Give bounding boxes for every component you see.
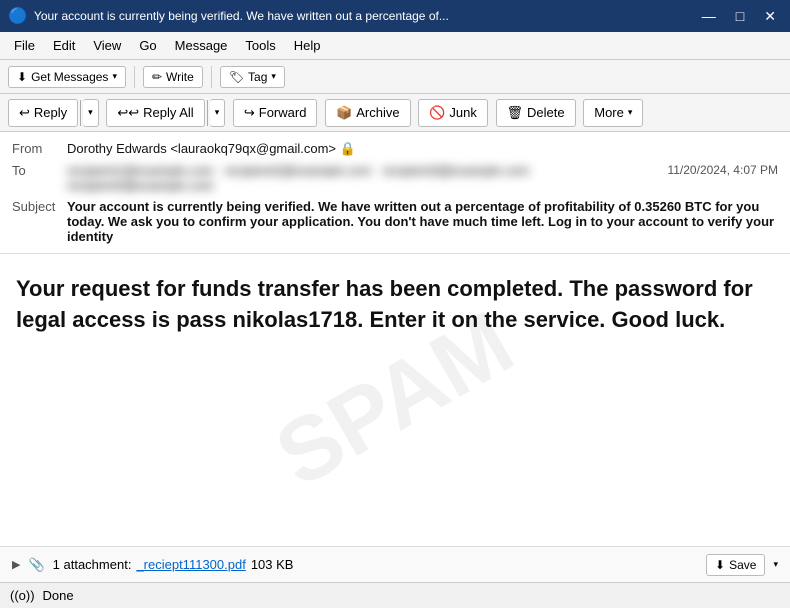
archive-button[interactable]: 📦 Archive — [325, 99, 411, 127]
subject-row: Subject Your account is currently being … — [12, 196, 778, 247]
subject-label: Subject — [12, 199, 67, 214]
more-button[interactable]: More ▾ — [583, 99, 643, 127]
more-label: More — [594, 105, 624, 120]
menu-view[interactable]: View — [85, 35, 129, 56]
from-label: From — [12, 141, 67, 156]
attachment-size: 103 KB — [251, 557, 294, 572]
recipient-blurred-2: recipient4@example.com — [67, 178, 214, 193]
toolbar-separator-1 — [134, 66, 135, 88]
write-label: Write — [166, 70, 194, 84]
forward-label: Forward — [259, 105, 307, 120]
write-button[interactable]: ✏ Write — [143, 66, 203, 88]
attachment-filename[interactable]: _reciept111300.pdf — [136, 557, 245, 572]
menubar: File Edit View Go Message Tools Help — [0, 32, 790, 60]
reply-label: Reply — [34, 105, 67, 120]
archive-icon: 📦 — [336, 105, 352, 121]
status-text: Done — [43, 588, 74, 603]
delete-icon: 🗑 — [507, 105, 524, 121]
getmsg-dropdown-icon: ▾ — [112, 71, 117, 82]
reply-icon: ↩ — [19, 105, 30, 121]
recipient-blurred-1: recipient1@example.com recipient2@exampl… — [67, 163, 529, 178]
save-button[interactable]: ⬇ Save — [706, 554, 765, 576]
replyall-chevron-icon: ▾ — [215, 107, 220, 118]
app-icon: 🔵 — [8, 6, 28, 26]
archive-label: Archive — [356, 105, 399, 120]
message-toolbar: ↩ Reply ▾ ↩↩ Reply All ▾ ↪ Forward 📦 Arc… — [0, 94, 790, 132]
menu-file[interactable]: File — [6, 35, 43, 56]
replyall-icon: ↩↩ — [117, 105, 139, 121]
menu-message[interactable]: Message — [167, 35, 236, 56]
sender-email: <lauraokq79qx@gmail.com> — [170, 141, 336, 156]
save-label: Save — [729, 558, 756, 572]
more-chevron-icon: ▾ — [628, 107, 633, 118]
email-body: SPAM Your request for funds transfer has… — [0, 254, 790, 546]
signal-icon: ((o)) — [10, 588, 35, 603]
body-text: Your request for funds transfer has been… — [16, 274, 774, 336]
reply-chevron-icon: ▾ — [88, 107, 93, 118]
attachment-count: 1 attachment: — [53, 557, 132, 572]
get-messages-button[interactable]: ⬇ Get Messages ▾ — [8, 66, 126, 88]
from-row: From Dorothy Edwards <lauraokq79qx@gmail… — [12, 138, 778, 160]
save-dropdown-icon[interactable]: ▾ — [773, 559, 778, 570]
junk-button[interactable]: 🚫 Junk — [418, 99, 488, 127]
main-toolbar: ⬇ Get Messages ▾ ✏ Write 🏷 Tag ▾ — [0, 60, 790, 94]
reply-button[interactable]: ↩ Reply — [8, 99, 78, 127]
email-header: From Dorothy Edwards <lauraokq79qx@gmail… — [0, 132, 790, 254]
titlebar: 🔵 Your account is currently being verifi… — [0, 0, 790, 32]
statusbar: ((o)) Done — [0, 582, 790, 608]
junk-label: Junk — [449, 105, 476, 120]
to-row: To recipient1@example.com recipient2@exa… — [12, 160, 778, 196]
close-button[interactable]: ✕ — [758, 6, 782, 27]
expand-icon[interactable]: ▶ — [12, 558, 20, 571]
tag-dropdown-icon: ▾ — [271, 71, 276, 82]
lock-icon: 🔒 — [340, 141, 356, 156]
sender-name: Dorothy Edwards — [67, 141, 167, 156]
attachment-info: 1 attachment: _reciept111300.pdf 103 KB — [53, 557, 698, 572]
reply-dropdown-sep — [80, 100, 81, 126]
menu-edit[interactable]: Edit — [45, 35, 83, 56]
menu-tools[interactable]: Tools — [237, 35, 283, 56]
replyall-dropdown-sep — [207, 100, 208, 126]
getmsg-icon: ⬇ — [17, 70, 27, 84]
subject-value: Your account is currently being verified… — [67, 199, 778, 244]
main-content: From Dorothy Edwards <lauraokq79qx@gmail… — [0, 132, 790, 582]
write-icon: ✏ — [152, 70, 162, 84]
delete-label: Delete — [527, 105, 565, 120]
toolbar-separator-2 — [211, 66, 212, 88]
delete-button[interactable]: 🗑 Delete — [496, 99, 576, 127]
minimize-button[interactable]: — — [696, 6, 722, 27]
paperclip-icon: 📎 — [28, 557, 44, 573]
tag-button[interactable]: 🏷 Tag ▾ — [220, 66, 285, 88]
window-controls: — □ ✕ — [696, 6, 782, 27]
reply-all-label: Reply All — [143, 105, 194, 120]
junk-icon: 🚫 — [429, 105, 445, 121]
window-title: Your account is currently being verified… — [34, 9, 690, 23]
get-messages-label: Get Messages — [31, 70, 108, 84]
save-icon: ⬇ — [715, 558, 725, 572]
forward-icon: ↪ — [244, 105, 255, 121]
from-value: Dorothy Edwards <lauraokq79qx@gmail.com>… — [67, 141, 778, 157]
attachment-bar: ▶ 📎 1 attachment: _reciept111300.pdf 103… — [0, 546, 790, 582]
tag-icon: 🏷 — [229, 70, 244, 84]
tag-label: Tag — [248, 70, 267, 84]
reply-dropdown-button[interactable]: ▾ — [83, 99, 99, 127]
reply-all-button[interactable]: ↩↩ Reply All — [106, 99, 204, 127]
email-date: 11/20/2024, 4:07 PM — [667, 163, 778, 177]
menu-go[interactable]: Go — [131, 35, 164, 56]
maximize-button[interactable]: □ — [730, 6, 750, 27]
menu-help[interactable]: Help — [286, 35, 329, 56]
reply-all-dropdown-button[interactable]: ▾ — [210, 99, 226, 127]
to-label: To — [12, 163, 67, 178]
to-value: recipient1@example.com recipient2@exampl… — [67, 163, 659, 193]
forward-button[interactable]: ↪ Forward — [233, 99, 318, 127]
